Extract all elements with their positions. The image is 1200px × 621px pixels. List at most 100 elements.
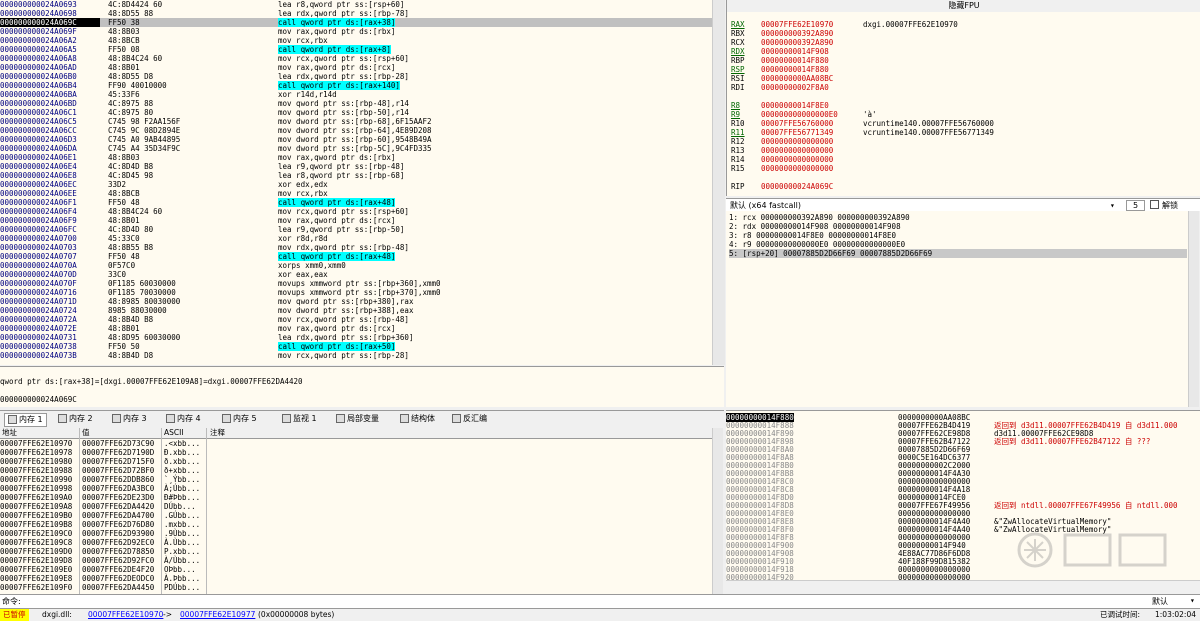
dump-value[interactable]: 00007FFE62DA4420 [82, 502, 154, 511]
dump-address[interactable]: 00007FFE62E10990 [0, 475, 72, 484]
register-value[interactable]: 00000000024A069C [761, 182, 833, 191]
dump-value[interactable]: 00007FFE62D92FC0 [82, 556, 154, 565]
disasm-row[interactable]: 000000000024A0738 FF50 50 call qword ptr d… [0, 342, 712, 351]
dump-address[interactable]: 00007FFE62E10980 [0, 457, 72, 466]
disasm-address[interactable]: 000000000024A0731 [0, 333, 100, 342]
disasm-address[interactable]: 000000000024A069C [0, 18, 100, 27]
dump-address[interactable]: 00007FFE62E109F0 [0, 583, 72, 592]
dump-value[interactable]: 00007FFE62D78850 [82, 547, 154, 556]
disasm-row[interactable]: 000000000024A06F4 48:8B4C24 60 mov rcx,qwo… [0, 207, 712, 216]
args-scrollbar[interactable] [1188, 211, 1199, 407]
dump-address[interactable]: 00007FFE62E109D0 [0, 547, 72, 556]
register-value[interactable]: 00000000014F880 [761, 65, 829, 74]
disasm-row[interactable]: 000000000024A06AD 48:8B01 mov rax,qword pt… [0, 63, 712, 72]
dump-address[interactable]: 00007FFE62E109A0 [0, 493, 72, 502]
status-addr-start[interactable]: 00007FFE62E10970 [88, 609, 163, 621]
disasm-address[interactable]: 000000000024A06DA [0, 144, 100, 153]
disasm-address[interactable]: 000000000024A073B [0, 351, 100, 360]
disasm-address[interactable]: 000000000024A0700 [0, 234, 100, 243]
tab-3[interactable]: 内存 4 [166, 413, 201, 425]
tab-6[interactable]: 局部变量 [336, 413, 379, 425]
disasm-address[interactable]: 000000000024A071D [0, 297, 100, 306]
disasm-row[interactable]: 000000000024A06A8 48:8B4C24 60 mov rcx,qwo… [0, 54, 712, 63]
dump-value[interactable]: 00007FFE62D76D80 [82, 520, 154, 529]
disasm-address[interactable]: 000000000024A06B4 [0, 81, 100, 90]
disasm-address[interactable]: 000000000024A070D [0, 270, 100, 279]
dump-value[interactable]: 00007FFE62D93900 [82, 529, 154, 538]
disasm-row[interactable]: 000000000024A0731 48:8D95 60030000 lea rdx… [0, 333, 712, 342]
dump-value[interactable]: 00007FFE62D92EC0 [82, 538, 154, 547]
dump-address[interactable]: 00007FFE62E109C0 [0, 529, 72, 538]
registers-pane[interactable]: 隐藏FPU RAX 00007FFE62E10970 dxgi.00007FFE62… [726, 0, 1200, 196]
disasm-row[interactable]: 000000000024A073B 48:8B4D D8 mov rcx,qword… [0, 351, 712, 360]
disasm-row[interactable]: 000000000024A070F 0F1185 60030000 movups x… [0, 279, 712, 288]
dump-value[interactable]: 00007FFE62D715F0 [82, 457, 154, 466]
disasm-address[interactable]: 000000000024A06F9 [0, 216, 100, 225]
call-arg-row[interactable]: 3: r8 00000000014F8E0 00000000014F8E0 [729, 231, 896, 240]
dump-address[interactable]: 00007FFE62E109C8 [0, 538, 72, 547]
register-value[interactable]: 00000000002F8A0 [761, 83, 829, 92]
register-value[interactable]: 00000000014F908 [761, 47, 829, 56]
command-input[interactable] [30, 596, 1140, 606]
disasm-address[interactable]: 000000000024A06E4 [0, 162, 100, 171]
disasm-row[interactable]: 000000000024A06EC 33D2 xor edx,edx [0, 180, 712, 189]
call-arg-row[interactable]: 1: rcx 000000000392A890 000000000392A890 [729, 213, 910, 222]
status-addr-end[interactable]: 00007FFE62E10977 [180, 609, 255, 621]
dump-value[interactable]: 00007FFE62DEODC0 [82, 574, 154, 583]
disasm-address[interactable]: 000000000024A06E1 [0, 153, 100, 162]
tab-2[interactable]: 内存 3 [112, 413, 147, 425]
disasm-address[interactable]: 000000000024A070A [0, 261, 100, 270]
disasm-row[interactable]: 000000000024A06F9 48:8B01 mov rax,qword pt… [0, 216, 712, 225]
register-value[interactable]: 000000000392A890 [761, 38, 833, 47]
chevron-down-icon[interactable]: ▾ [1190, 596, 1195, 605]
disasm-row[interactable]: 000000000024A06E1 48:8B03 mov rax,qword pt… [0, 153, 712, 162]
dump-value[interactable]: 00007FFE62DDB860 [82, 475, 154, 484]
dump-value[interactable]: 00007FFE62D7190D [82, 448, 154, 457]
disasm-row[interactable]: 000000000024A06A5 FF50 08 call qword ptr d… [0, 45, 712, 54]
disasm-row[interactable]: 000000000024A0698 48:8D55 88 lea rdx,qword… [0, 9, 712, 18]
disasm-address[interactable]: 000000000024A0693 [0, 0, 100, 9]
disasm-address[interactable]: 000000000024A06EE [0, 189, 100, 198]
disasm-address[interactable]: 000000000024A06F1 [0, 198, 100, 207]
unlock-checkbox[interactable] [1150, 200, 1159, 209]
disasm-row[interactable]: 000000000024A06B0 48:8D55 D8 lea rdx,qword… [0, 72, 712, 81]
disasm-address[interactable]: 000000000024A06F4 [0, 207, 100, 216]
register-value[interactable]: 00000000014F8E0 [761, 101, 829, 110]
register-value[interactable]: 000000000000000E0 [761, 110, 838, 119]
disasm-address[interactable]: 000000000024A069F [0, 27, 100, 36]
chevron-down-icon[interactable]: ▾ [1110, 201, 1115, 210]
dump-value[interactable]: 00007FFE62D73C90 [82, 439, 154, 448]
dump-address[interactable]: 00007FFE62E10978 [0, 448, 72, 457]
disasm-row[interactable]: 000000000024A06DA C745 A4 35D34F9C mov dwo… [0, 144, 712, 153]
disasm-row[interactable]: 000000000024A0724 8985 88030000 mov dword … [0, 306, 712, 315]
dump-address[interactable]: 00007FFE62E10988 [0, 466, 72, 475]
disasm-row[interactable]: 000000000024A06C1 4C:8975 80 mov qword ptr… [0, 108, 712, 117]
disasm-row[interactable]: 000000000024A06D3 C745 A0 9AB44895 mov dwo… [0, 135, 712, 144]
disasm-address[interactable]: 000000000024A06FC [0, 225, 100, 234]
disasm-row[interactable]: 000000000024A0707 FF50 48 call qword ptr d… [0, 252, 712, 261]
disasm-row[interactable]: 000000000024A070D 33C0 xor eax,eax [0, 270, 712, 279]
call-arg-row[interactable]: 5: [rsp+20] 00007885D2D66F69 00007885D2D… [729, 249, 1187, 258]
register-value[interactable]: 0000000000000000 [761, 146, 833, 155]
tab-7[interactable]: 结构体 [400, 413, 435, 425]
register-value[interactable]: 0000000000AA08BC [761, 74, 833, 83]
disasm-address[interactable]: 000000000024A06AD [0, 63, 100, 72]
disasm-row[interactable]: 000000000024A06FC 4C:8D4D 80 lea r9,qword … [0, 225, 712, 234]
disassembly-scrollbar[interactable] [712, 0, 725, 365]
hide-fpu-button[interactable]: 隐藏FPU [727, 0, 1200, 12]
disasm-row[interactable]: 000000000024A0703 48:8B55 B8 mov rdx,qword… [0, 243, 712, 252]
disasm-row[interactable]: 000000000024A0700 45:33C0 xor r8d,r8d [0, 234, 712, 243]
disasm-address[interactable]: 000000000024A06A2 [0, 36, 100, 45]
dump-value[interactable]: 00007FFE62D72BF0 [82, 466, 154, 475]
disasm-row[interactable]: 000000000024A072A 48:8B4D B8 mov rcx,qword… [0, 315, 712, 324]
col-ascii[interactable]: ASCII [164, 428, 184, 438]
disasm-address[interactable]: 000000000024A06C1 [0, 108, 100, 117]
disasm-row[interactable]: 000000000024A06B4 FF90 40010000 call qword… [0, 81, 712, 90]
disasm-address[interactable]: 000000000024A06D3 [0, 135, 100, 144]
disasm-row[interactable]: 000000000024A06BA 45:33F6 xor r14d,r14d [0, 90, 712, 99]
col-hex[interactable]: 值 [82, 428, 90, 438]
disasm-address[interactable]: 000000000024A0707 [0, 252, 100, 261]
dump-address[interactable]: 00007FFE62E109A8 [0, 502, 72, 511]
tab-8[interactable]: 反汇编 [452, 413, 487, 425]
call-args-pane[interactable]: 1: rcx 000000000392A890 000000000392A890… [726, 211, 1188, 407]
